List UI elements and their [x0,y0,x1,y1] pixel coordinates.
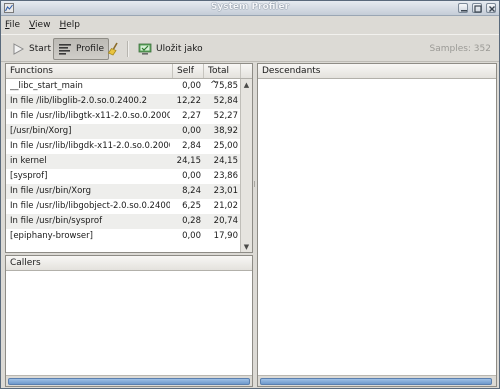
function-total: 25,00 [213,141,238,151]
col-total[interactable]: Total ^ [204,64,241,90]
scroll-up-icon[interactable]: ▲ [241,79,252,91]
function-row[interactable]: in kernel 24,15 24,15 [6,154,241,169]
pane-divider-grip[interactable] [254,181,255,187]
profile-list-icon [59,44,71,55]
function-name: In file /usr/lib/libgobject-2.0.so.0.240… [10,201,170,211]
descendants-hscrollbar[interactable] [258,375,496,386]
menu-file[interactable]: File [5,20,20,30]
function-name: [/usr/bin/Xorg] [10,126,72,136]
callers-pane: Callers [5,255,253,387]
close-button[interactable] [486,3,496,13]
function-name: In file /usr/lib/libgtk-x11-2.0.so.0.200… [10,111,170,121]
function-row[interactable]: __libc_start_main 0,00 75,85 [6,79,241,94]
descendants-pane: Descendants [257,63,497,387]
broom-icon [107,42,118,56]
col-total-label: Total [208,66,230,76]
function-total: 52,84 [213,96,238,106]
col-self[interactable]: Self [173,64,204,78]
function-name: [epiphany-browser] [10,231,93,241]
profile-toggle-button[interactable]: Profile [53,38,109,60]
callers-hscroll-thumb[interactable] [8,378,250,385]
function-name: __libc_start_main [10,81,83,91]
save-as-label: Uložit jako [156,44,203,54]
function-self: 2,27 [182,111,201,121]
function-row[interactable]: In file /usr/lib/libgdk-x11-2.0.so.0.200… [6,139,241,154]
function-self: 12,22 [176,96,201,106]
toolbar: Start Profile Uložit jako Samples: 352 [1,34,499,62]
save-screen-icon [138,43,152,55]
function-total: 52,27 [213,111,238,121]
function-total: 24,15 [213,156,238,166]
function-row[interactable]: In file /usr/bin/sysprof 0,28 20,74 [6,214,241,229]
callers-hscrollbar[interactable] [6,375,252,386]
col-descendants[interactable]: Descendants [258,64,496,78]
function-row[interactable]: In file /lib/libglib-2.0.so.0.2400.2 12,2… [6,94,241,109]
menu-help-label: elp [66,19,80,30]
function-name: In file /usr/lib/libgdk-x11-2.0.so.0.200… [10,141,170,151]
minimize-icon [461,10,467,12]
function-name: In file /usr/bin/sysprof [10,216,103,226]
profile-label: Profile [76,44,104,54]
menu-view[interactable]: View [29,20,50,30]
functions-list: __libc_start_main 0,00 75,85 In file /lib/l… [6,79,241,244]
function-row[interactable]: [/usr/bin/Xorg] 0,00 38,92 [6,124,241,139]
function-name: [sysprof] [10,171,48,181]
menu-view-label: iew [35,19,51,30]
window-title: System Profiler [210,2,290,12]
descendants-header: Descendants [258,64,496,79]
function-self: 6,25 [182,201,201,211]
function-total: 75,85 [213,81,238,91]
descendants-hscroll-thumb[interactable] [260,378,492,385]
menu-bar: File View Help [1,16,499,33]
function-total: 21,02 [213,201,238,211]
function-row[interactable]: [sysprof] 0,00 23,86 [6,169,241,184]
function-name: In file /usr/bin/Xorg [10,186,92,196]
sysprof-window: System Profiler File View Help Start Pro… [0,0,500,389]
function-self: 24,15 [176,156,201,166]
function-total: 38,92 [213,126,238,136]
function-self: 0,00 [182,231,201,241]
maximize-button[interactable] [472,3,482,13]
menu-file-label: ile [9,19,21,30]
function-row[interactable]: In file /usr/lib/libgtk-x11-2.0.so.0.200… [6,109,241,124]
toolbar-separator [127,41,128,57]
close-icon [489,6,495,12]
function-self: 8,24 [182,186,201,196]
function-row[interactable]: In file /usr/lib/libgobject-2.0.so.0.240… [6,199,241,214]
function-total: 23,01 [213,186,238,196]
function-self: 2,84 [182,141,201,151]
function-self: 0,00 [182,81,201,91]
col-functions[interactable]: Functions [6,64,173,78]
function-self: 0,00 [182,126,201,136]
function-total: 17,90 [213,231,238,241]
start-label: Start [29,44,51,54]
callers-header: Callers [6,256,252,271]
reset-button[interactable] [103,38,129,60]
function-name: In file /lib/libglib-2.0.so.0.2400.2 [10,96,148,106]
col-callers[interactable]: Callers [6,256,252,270]
menu-help[interactable]: Help [59,20,80,30]
functions-header: Functions Self Total ^ [6,64,252,90]
function-total: 23,86 [213,171,238,181]
function-total: 20,74 [213,216,238,226]
function-row[interactable]: In file /usr/bin/Xorg 8,24 23,01 [6,184,241,199]
function-self: 0,28 [182,216,201,226]
play-icon [13,43,25,55]
title-bar: System Profiler [1,1,499,16]
function-self: 0,00 [182,171,201,181]
scroll-down-icon[interactable]: ▼ [241,241,252,252]
minimize-button[interactable] [458,3,468,13]
function-name: in kernel [10,156,47,166]
maximize-icon [474,5,482,13]
save-as-button[interactable]: Uložit jako [134,38,207,60]
function-row[interactable]: [epiphany-browser] 0,00 17,90 [6,229,241,244]
functions-vscrollbar[interactable]: ▲ ▼ [240,79,252,252]
samples-count: Samples: 352 [429,44,491,54]
start-button[interactable]: Start [7,38,55,60]
functions-pane: Functions Self Total ^ __libc_start_main… [5,63,253,253]
